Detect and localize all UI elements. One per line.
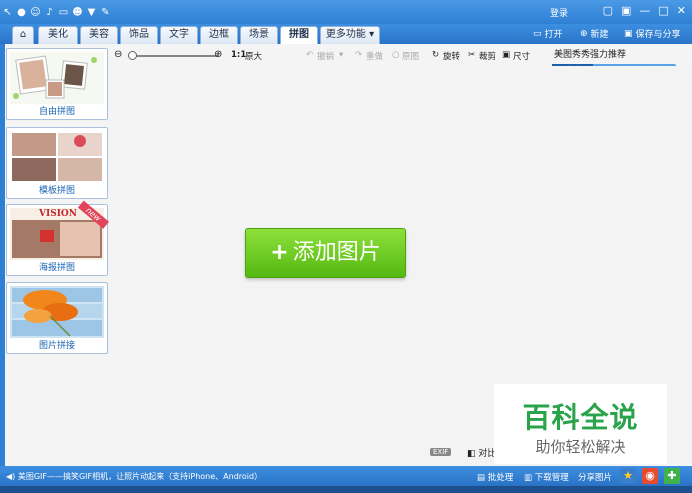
folder-icon: ▭ <box>533 28 542 39</box>
home-icon: ⌂ <box>19 29 27 40</box>
size-button[interactable]: 尺寸 <box>513 50 530 62</box>
new-button[interactable]: ⊕ 新建 <box>580 27 609 41</box>
minimize-icon[interactable]: — <box>639 4 650 17</box>
status-bar: ◀) 美图GIF——搞笑GIF相机，让照片动起来（支持iPhone、Androi… <box>0 466 692 486</box>
weibo-icon[interactable]: ◉ <box>642 468 658 484</box>
rotate-icon[interactable]: ↻ <box>432 50 439 60</box>
crop-button[interactable]: 裁剪 <box>479 50 496 62</box>
status-message[interactable]: ◀) 美图GIF——搞笑GIF相机，让照片动起来（支持iPhone、Androi… <box>6 471 262 482</box>
collage-mode-panel: 自由拼图 模板拼图 VISION new 海报拼图 图片拼接 <box>6 48 110 354</box>
maximize-icon[interactable]: □ <box>658 4 668 17</box>
template-collage-card[interactable]: 模板拼图 <box>6 127 108 199</box>
plus-circle-icon: ⊕ <box>580 28 588 39</box>
tab-accessories[interactable]: 饰品 <box>120 26 158 44</box>
batch-label: 批处理 <box>487 473 514 483</box>
title-bar: ↖ ● ☺ ♪ ▭ ☻ ▼ ✎ 登录 ▢ ▣ — □ ✕ <box>0 0 692 24</box>
tab-beautify[interactable]: 美化 <box>38 26 78 44</box>
add-icon[interactable]: ✚ <box>664 468 680 484</box>
poster-collage-card[interactable]: VISION new 海报拼图 <box>6 200 110 276</box>
exif-button[interactable]: EXIF <box>430 448 452 456</box>
user-icon[interactable]: ☻ <box>72 7 83 18</box>
redo-button[interactable]: 重做 <box>366 50 383 62</box>
new-label: 新建 <box>590 30 609 40</box>
tab-scene[interactable]: 场景 <box>240 26 278 44</box>
left-edge-strip <box>0 44 5 466</box>
free-collage-card[interactable]: 自由拼图 <box>6 48 108 120</box>
original-size-button[interactable]: 原大 <box>245 50 262 62</box>
template-collage-thumbnail <box>10 131 104 183</box>
ratio-button[interactable]: 1:1 <box>231 50 246 60</box>
shirt-icon[interactable]: ▼ <box>86 7 97 18</box>
tab-more-label: 更多功能 <box>325 29 366 40</box>
free-collage-label: 自由拼图 <box>38 107 75 117</box>
undo-icon[interactable]: ↶ <box>306 50 313 60</box>
window-controls: ▢ ▣ — □ ✕ <box>603 4 686 17</box>
zoom-slider-handle[interactable] <box>128 51 137 60</box>
close-icon[interactable]: ✕ <box>677 4 686 17</box>
save-share-label: 保存与分享 <box>635 30 681 40</box>
batch-icon: ▤ <box>477 473 486 483</box>
reset-button[interactable]: 原图 <box>402 50 419 62</box>
zoom-out-icon[interactable]: ⊖ <box>114 49 122 60</box>
tab-collage[interactable]: 拼图 <box>280 26 318 44</box>
reset-icon[interactable]: ○ <box>392 50 399 60</box>
watermark-title: 百科全说 <box>522 401 639 434</box>
arrow-icon[interactable]: ↖ <box>2 7 13 18</box>
watermark-overlay: 百科全说 助你轻松解决 <box>494 384 667 464</box>
share-picture-button[interactable]: 分享图片 <box>578 471 612 483</box>
save-share-button[interactable]: ▣ 保存与分享 <box>624 27 681 41</box>
free-collage-thumbnail <box>10 52 104 104</box>
status-message-text: 美图GIF——搞笑GIF相机，让照片动起来（支持iPhone、Android） <box>17 472 263 481</box>
template-collage-label: 模板拼图 <box>38 186 75 196</box>
tab-border[interactable]: 边框 <box>200 26 238 44</box>
batch-button[interactable]: ▤ 批处理 <box>477 471 513 483</box>
compare-button[interactable]: ◧ 对比 <box>467 446 496 459</box>
download-manager-button[interactable]: ▥ 下载管理 <box>524 471 569 483</box>
crop-icon[interactable]: ✂ <box>468 50 475 60</box>
watermark-subtitle: 助你轻松解决 <box>535 438 626 456</box>
skin-icon[interactable]: ▣ <box>621 4 631 17</box>
tab-more[interactable]: 更多功能 ▾ <box>320 26 380 44</box>
zoom-in-icon[interactable]: ⊕ <box>214 49 222 60</box>
tab-bar: ⌂ 美化 美容 饰品 文字 边框 场景 拼图 更多功能 ▾ ▭ 打开 ⊕ 新建 … <box>0 24 692 44</box>
wrench-icon[interactable]: ✎ <box>100 7 111 18</box>
save-icon: ▣ <box>624 28 633 39</box>
image-stitch-label: 图片拼接 <box>38 341 75 351</box>
compare-icon: ◧ <box>467 449 476 459</box>
add-picture-button[interactable]: + 添加图片 <box>245 228 406 278</box>
chevron-down-icon: ▾ <box>369 29 375 40</box>
star-icon[interactable]: ★ <box>620 468 636 484</box>
tab-text[interactable]: 文字 <box>160 26 198 44</box>
image-stitch-card[interactable]: 图片拼接 <box>6 282 108 354</box>
poster-collage-label: 海报拼图 <box>38 263 75 273</box>
rotate-button[interactable]: 旋转 <box>443 50 460 62</box>
location-icon[interactable]: ● <box>16 7 27 18</box>
open-button[interactable]: ▭ 打开 <box>533 27 563 41</box>
download-icon: ▥ <box>524 473 533 483</box>
undo-dropdown-icon[interactable]: ▾ <box>339 50 343 60</box>
plus-icon: + <box>270 240 289 265</box>
undo-button[interactable]: 撤销 <box>317 50 334 62</box>
open-label: 打开 <box>544 30 563 40</box>
download-label: 下载管理 <box>534 473 569 483</box>
taskbar <box>0 486 692 493</box>
smile-icon[interactable]: ☺ <box>30 7 41 18</box>
tab-beauty[interactable]: 美容 <box>80 26 118 44</box>
quick-icons: ↖ ● ☺ ♪ ▭ ☻ ▼ ✎ <box>2 7 111 18</box>
login-link[interactable]: 登录 <box>550 6 568 19</box>
add-picture-label: 添加图片 <box>292 240 381 265</box>
keyboard-icon[interactable]: ▭ <box>58 7 69 18</box>
home-tab[interactable]: ⌂ <box>12 26 34 44</box>
redo-icon[interactable]: ↷ <box>355 50 362 60</box>
zoom-slider[interactable] <box>128 55 218 57</box>
recommend-title: 美图秀秀强力推荐 <box>554 50 627 60</box>
poster-banner-text: VISION <box>39 209 77 219</box>
feedback-icon[interactable]: ▢ <box>603 4 613 17</box>
mic-icon[interactable]: ♪ <box>44 7 55 18</box>
speaker-icon: ◀) <box>6 472 16 481</box>
resize-icon[interactable]: ▣ <box>502 50 510 60</box>
image-stitch-thumbnail <box>10 286 104 338</box>
